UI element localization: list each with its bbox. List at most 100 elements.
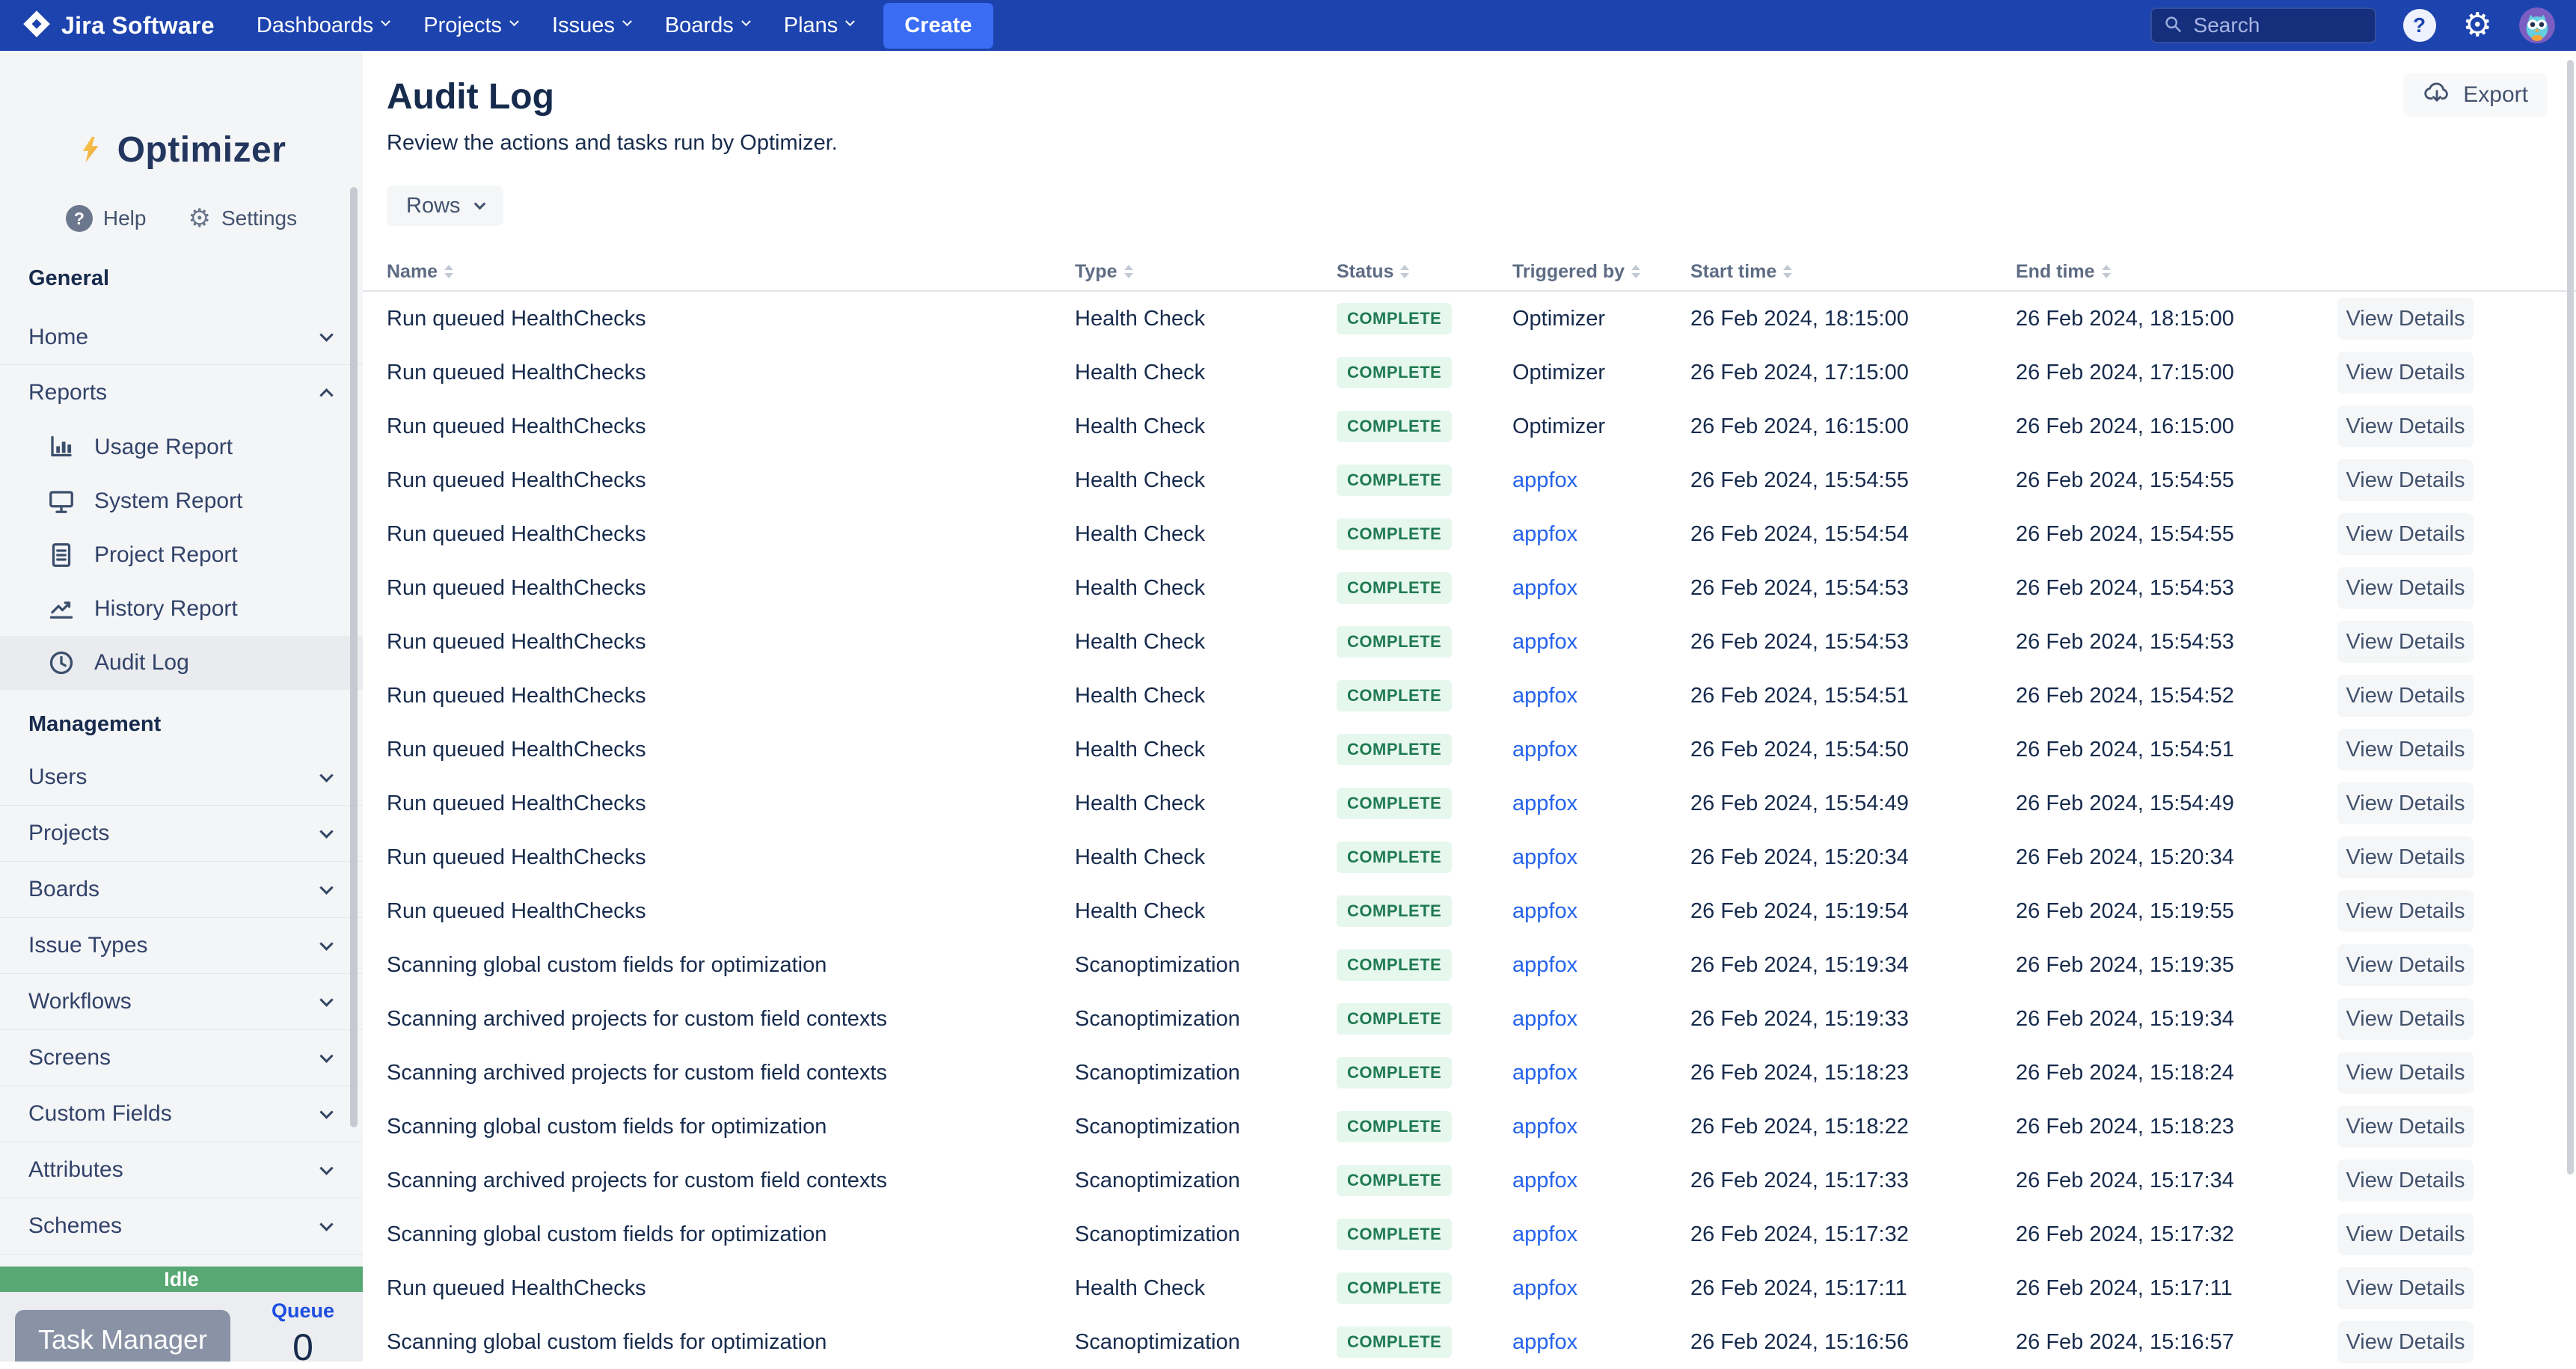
view-details-button[interactable]: View Details — [2337, 782, 2474, 824]
start-time-cell: 26 Feb 2024, 18:15:00 — [1690, 306, 1909, 331]
view-details-button[interactable]: View Details — [2337, 1321, 2474, 1363]
sidebar-item-system-report[interactable]: System Report — [0, 474, 363, 528]
triggered-by-value[interactable]: appfox — [1512, 1276, 1577, 1300]
column-header-name[interactable]: Name — [387, 261, 1075, 283]
view-details-button[interactable]: View Details — [2337, 621, 2474, 663]
view-details-button[interactable]: View Details — [2337, 1052, 2474, 1094]
triggered-by-value[interactable]: Optimizer — [1512, 361, 1605, 385]
triggered-by-value[interactable]: appfox — [1512, 1061, 1577, 1085]
queue-label: Queue — [271, 1299, 335, 1322]
sidebar-help-link[interactable]: ? Help — [65, 205, 146, 232]
triggered-by-value[interactable]: appfox — [1512, 899, 1577, 923]
column-header-status[interactable]: Status — [1337, 261, 1512, 283]
triggered-by-value[interactable]: appfox — [1512, 738, 1577, 762]
line-chart-icon — [49, 601, 73, 619]
view-details-button[interactable]: View Details — [2337, 1267, 2474, 1309]
view-details-button[interactable]: View Details — [2337, 298, 2474, 340]
task-manager-button[interactable]: Task Manager — [15, 1310, 230, 1362]
column-header-start-time[interactable]: Start time — [1690, 261, 2016, 283]
view-details-button[interactable]: View Details — [2337, 567, 2474, 609]
triggered-by-value[interactable]: appfox — [1512, 1330, 1577, 1354]
end-time-cell: 26 Feb 2024, 15:54:52 — [2016, 683, 2234, 708]
triggered-by-value[interactable]: appfox — [1512, 791, 1577, 815]
sidebar-item-audit-log[interactable]: Audit Log — [0, 636, 363, 690]
actions-cell: View Details — [2337, 1267, 2576, 1309]
name-cell: Run queued HealthChecks — [387, 898, 646, 923]
sidebar-item-usage-report[interactable]: Usage Report — [0, 420, 363, 474]
search-box[interactable] — [2150, 7, 2376, 43]
sidebar-item-screens[interactable]: Screens — [0, 1030, 363, 1086]
help-icon[interactable]: ? — [2402, 9, 2436, 42]
triggered-by-value[interactable]: appfox — [1512, 684, 1577, 708]
table-row: Scanning archived projects for custom fi… — [363, 1154, 2576, 1207]
triggered-by-value[interactable]: Optimizer — [1512, 307, 1605, 331]
nav-item-plans[interactable]: Plans — [784, 13, 856, 38]
triggered-by-value[interactable]: appfox — [1512, 1007, 1577, 1031]
view-details-button[interactable]: View Details — [2337, 675, 2474, 717]
export-button[interactable]: Export — [2403, 73, 2548, 117]
end-time-cell: 26 Feb 2024, 15:54:49 — [2016, 791, 2234, 815]
nav-item-dashboards[interactable]: Dashboards — [257, 13, 391, 38]
triggered-by-value[interactable]: appfox — [1512, 468, 1577, 492]
sidebar-item-workflows[interactable]: Workflows — [0, 974, 363, 1030]
view-details-button[interactable]: View Details — [2337, 1160, 2474, 1201]
sidebar-item-attributes[interactable]: Attributes — [0, 1142, 363, 1198]
view-details-button[interactable]: View Details — [2337, 513, 2474, 555]
nav-item-projects[interactable]: Projects — [423, 13, 519, 38]
create-button[interactable]: Create — [883, 2, 993, 49]
sidebar-item-history-report[interactable]: History Report — [0, 582, 363, 636]
gear-icon[interactable]: ⚙ — [2463, 9, 2492, 42]
sidebar-settings-link[interactable]: ⚙ Settings — [188, 203, 297, 233]
sidebar-scrollbar-thumb[interactable] — [350, 187, 358, 1127]
type-cell: Health Check — [1075, 360, 1206, 385]
nav-item-boards[interactable]: Boards — [665, 13, 751, 38]
triggered-by-cell: appfox — [1512, 1222, 1690, 1247]
page-scrollbar-thumb[interactable] — [2567, 60, 2574, 1174]
rows-dropdown[interactable]: Rows — [387, 186, 503, 226]
nav-item-issues[interactable]: Issues — [552, 13, 632, 38]
sidebar-item-schemes[interactable]: Schemes — [0, 1198, 363, 1255]
view-details-button[interactable]: View Details — [2337, 836, 2474, 878]
column-header-end-time[interactable]: End time — [2016, 261, 2337, 283]
sidebar-item-reports[interactable]: Reports — [0, 365, 363, 420]
triggered-by-cell: appfox — [1512, 684, 1690, 708]
status-badge: COMPLETE — [1337, 734, 1453, 765]
triggered-by-value[interactable]: appfox — [1512, 1115, 1577, 1139]
view-details-button[interactable]: View Details — [2337, 944, 2474, 986]
view-details-button[interactable]: View Details — [2337, 459, 2474, 501]
view-details-button[interactable]: View Details — [2337, 729, 2474, 771]
avatar[interactable] — [2519, 7, 2555, 43]
view-details-button[interactable]: View Details — [2337, 352, 2474, 393]
triggered-by-value[interactable]: appfox — [1512, 576, 1577, 600]
view-details-button[interactable]: View Details — [2337, 1106, 2474, 1148]
nav-menus: Dashboards Projects Issues Boards Plans — [257, 13, 856, 38]
type-cell: Health Check — [1075, 898, 1206, 923]
view-details-button[interactable]: View Details — [2337, 890, 2474, 932]
triggered-by-value[interactable]: appfox — [1512, 1169, 1577, 1192]
name-cell: Run queued HealthChecks — [387, 1275, 646, 1300]
queue-indicator: Queue 0 — [254, 1299, 352, 1362]
sidebar-item-home[interactable]: Home — [0, 310, 363, 365]
triggered-by-value[interactable]: appfox — [1512, 1222, 1577, 1246]
column-header-triggered-by[interactable]: Triggered by — [1512, 261, 1690, 283]
triggered-by-value[interactable]: appfox — [1512, 630, 1577, 654]
triggered-by-value[interactable]: appfox — [1512, 522, 1577, 546]
triggered-by-value[interactable]: appfox — [1512, 845, 1577, 869]
triggered-by-cell: Optimizer — [1512, 414, 1690, 439]
view-details-button[interactable]: View Details — [2337, 1213, 2474, 1255]
sidebar-item-users[interactable]: Users — [0, 750, 363, 806]
sidebar-item-issue-types[interactable]: Issue Types — [0, 918, 363, 974]
name-cell: Run queued HealthChecks — [387, 468, 646, 492]
sidebar-item-custom-fields[interactable]: Custom Fields — [0, 1086, 363, 1142]
triggered-by-value[interactable]: Optimizer — [1512, 414, 1605, 438]
jira-brand[interactable]: Jira Software — [22, 10, 215, 42]
view-details-button[interactable]: View Details — [2337, 405, 2474, 447]
sidebar-item-projects[interactable]: Projects — [0, 806, 363, 862]
triggered-by-value[interactable]: appfox — [1512, 953, 1577, 977]
sidebar-item-boards[interactable]: Boards — [0, 862, 363, 918]
column-header-type[interactable]: Type — [1075, 261, 1337, 283]
sort-icon — [2101, 265, 2111, 278]
search-input[interactable] — [2193, 13, 2351, 37]
sidebar-item-project-report[interactable]: Project Report — [0, 528, 363, 582]
view-details-button[interactable]: View Details — [2337, 998, 2474, 1040]
